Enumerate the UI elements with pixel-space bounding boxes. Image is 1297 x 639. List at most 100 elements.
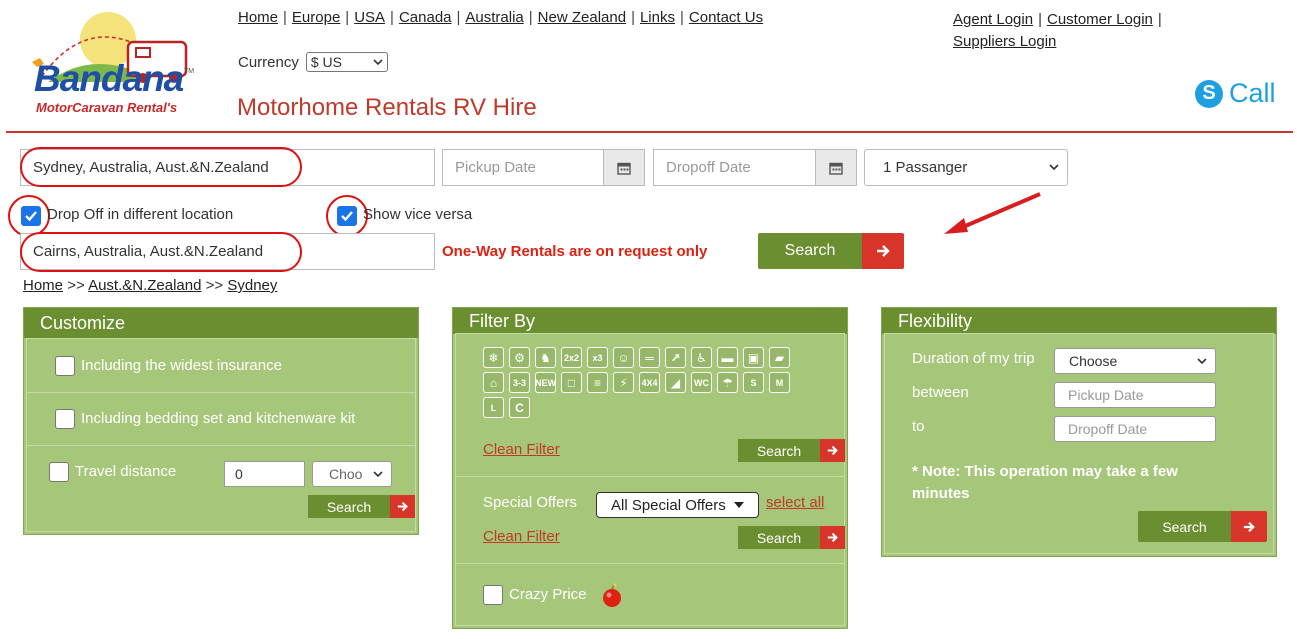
filter-seat-icon[interactable]: ♞ <box>535 347 556 368</box>
filter-icon-glyph: 2x2 <box>563 352 580 363</box>
dropoff-date-input[interactable]: Dropoff Date <box>653 149 816 186</box>
currency-label: Currency <box>238 53 299 71</box>
arrow-right-icon <box>820 526 845 549</box>
filter-2x2-icon[interactable]: 2x2 <box>561 347 582 368</box>
divider <box>27 445 415 446</box>
bedding-checkbox[interactable] <box>55 409 75 429</box>
filter-m-icon[interactable]: M <box>769 372 790 393</box>
customize-search-button[interactable]: Search <box>308 495 415 518</box>
filter-trailer-icon[interactable]: ◢ <box>665 372 686 393</box>
travel-distance-checkbox[interactable] <box>49 462 69 482</box>
filter-x3-icon[interactable]: x3 <box>587 347 608 368</box>
filter-truck-icon[interactable]: ▰ <box>769 347 790 368</box>
clean-filter-link[interactable]: Clean Filter <box>483 441 560 458</box>
flex-pickup-date-input[interactable]: Pickup Date <box>1054 382 1216 408</box>
agent-login-link[interactable]: Agent Login <box>953 11 1033 28</box>
breadcrumb-separator: >> <box>67 277 85 294</box>
main-search-button[interactable]: Search <box>758 233 904 269</box>
nav-usa[interactable]: USA <box>354 9 385 26</box>
breadcrumb-home[interactable]: Home <box>23 277 63 294</box>
filter-wheelchair-icon[interactable]: ♿ <box>691 347 712 368</box>
crazy-price-label: Crazy Price <box>509 586 587 603</box>
nav-contact-us[interactable]: Contact Us <box>689 9 763 26</box>
filter-icon-glyph: 4X4 <box>641 377 658 388</box>
filter-ac-icon[interactable]: ❄ <box>483 347 504 368</box>
nav-europe[interactable]: Europe <box>292 9 340 26</box>
filter-tv-ant-icon[interactable]: ↗ <box>665 347 686 368</box>
flex-pickup-placeholder: Pickup Date <box>1068 387 1144 403</box>
filter-power-icon[interactable]: ⚡ <box>613 372 634 393</box>
currency-selector-row: Currency $ US <box>238 52 388 72</box>
filter-icon-glyph: ⌂ <box>489 375 498 390</box>
flexibility-search-button[interactable]: Search <box>1138 511 1267 542</box>
filter-s-icon[interactable]: S <box>743 372 764 393</box>
vice-versa-label: Show vice versa <box>363 206 473 223</box>
customize-title: Customize <box>24 308 418 338</box>
passenger-select[interactable]: 1 Passanger <box>864 149 1068 186</box>
filter-bunk-icon[interactable]: ≡ <box>587 372 608 393</box>
bedding-label: Including bedding set and kitchenware ki… <box>81 410 356 427</box>
nav-home[interactable]: Home <box>238 9 278 26</box>
filter-kids-icon[interactable]: ☺ <box>613 347 634 368</box>
flexibility-note: * Note: This operation may take a few mi… <box>912 463 1178 502</box>
arrow-right-icon <box>820 439 845 462</box>
filter-icon-glyph: NEW <box>535 377 556 388</box>
distance-unit-select[interactable]: Choo <box>312 461 392 487</box>
travel-distance-value: 0 <box>235 466 243 482</box>
breadcrumb-city[interactable]: Sydney <box>227 277 277 294</box>
filter-shower-icon[interactable]: ☂ <box>717 372 738 393</box>
special-offers-label: Special Offers <box>483 494 577 511</box>
nav-new-zealand[interactable]: New Zealand <box>538 9 626 26</box>
filter-tv-icon[interactable]: □ <box>561 372 582 393</box>
clean-filter-link-2[interactable]: Clean Filter <box>483 528 560 545</box>
filter-icon-glyph: ⚡ <box>619 375 628 390</box>
header-divider <box>6 131 1293 133</box>
pickup-date-input[interactable]: Pickup Date <box>442 149 604 186</box>
filter-l-icon[interactable]: L <box>483 397 504 418</box>
filter-tow-icon[interactable]: ⌂ <box>483 372 504 393</box>
nav-canada[interactable]: Canada <box>399 9 452 26</box>
filter-gear-icon[interactable]: ⚙ <box>509 347 530 368</box>
search-button-label: Search <box>308 495 390 518</box>
arrow-right-icon <box>862 233 904 269</box>
dropoff-calendar-button[interactable] <box>815 149 857 186</box>
logo-subtitle: MotorCaravan Rental's <box>36 100 178 115</box>
logo-tm: TM <box>184 68 195 75</box>
filter-bed-icon[interactable]: ═ <box>639 347 660 368</box>
chevron-down-icon <box>1197 357 1207 364</box>
filter-search-button[interactable]: Search <box>738 439 845 462</box>
crazy-price-checkbox[interactable] <box>483 585 503 605</box>
special-offers-value: All Special Offers <box>611 496 726 514</box>
filter-3-3-icon[interactable]: 3-3 <box>509 372 530 393</box>
filter-new-icon[interactable]: NEW <box>535 372 556 393</box>
pickup-calendar-button[interactable] <box>603 149 645 186</box>
filter-icon-glyph: ▬ <box>721 350 734 365</box>
nav-links[interactable]: Links <box>640 9 675 26</box>
filter-icon-glyph: x3 <box>592 352 603 363</box>
select-all-link[interactable]: select all <box>766 494 824 511</box>
filter-c-icon[interactable]: C <box>509 397 530 418</box>
special-offers-search-button[interactable]: Search <box>738 526 845 549</box>
skype-call-button[interactable]: S Call <box>1195 78 1276 109</box>
flex-dropoff-date-input[interactable]: Dropoff Date <box>1054 416 1216 442</box>
pickup-date-placeholder: Pickup Date <box>455 159 536 176</box>
travel-distance-input[interactable]: 0 <box>224 461 305 487</box>
breadcrumb-region[interactable]: Aust.&N.Zealand <box>88 277 201 294</box>
bandana-logo[interactable]: Bandana TM MotorCaravan Rental's <box>28 12 198 120</box>
login-separator: | <box>1157 11 1162 28</box>
filter-wc-icon[interactable]: WC <box>691 372 712 393</box>
customer-login-link[interactable]: Customer Login <box>1047 11 1153 28</box>
special-offers-dropdown[interactable]: All Special Offers <box>596 492 759 518</box>
chevron-down-icon <box>373 58 383 65</box>
nav-separator: | <box>390 9 394 26</box>
suppliers-login-link[interactable]: Suppliers Login <box>953 33 1056 50</box>
duration-select[interactable]: Choose <box>1054 348 1216 374</box>
login-nav: Agent Login | Customer Login | Suppliers Lo… <box>953 9 1167 53</box>
currency-select[interactable]: $ US <box>305 52 388 72</box>
filter-4x4-icon[interactable]: 4X4 <box>639 372 660 393</box>
nav-separator: | <box>456 9 461 26</box>
filter-van-icon[interactable]: ▬ <box>717 347 738 368</box>
nav-australia[interactable]: Australia <box>465 9 523 26</box>
insurance-checkbox[interactable] <box>55 356 75 376</box>
filter-camper-icon[interactable]: ▣ <box>743 347 764 368</box>
